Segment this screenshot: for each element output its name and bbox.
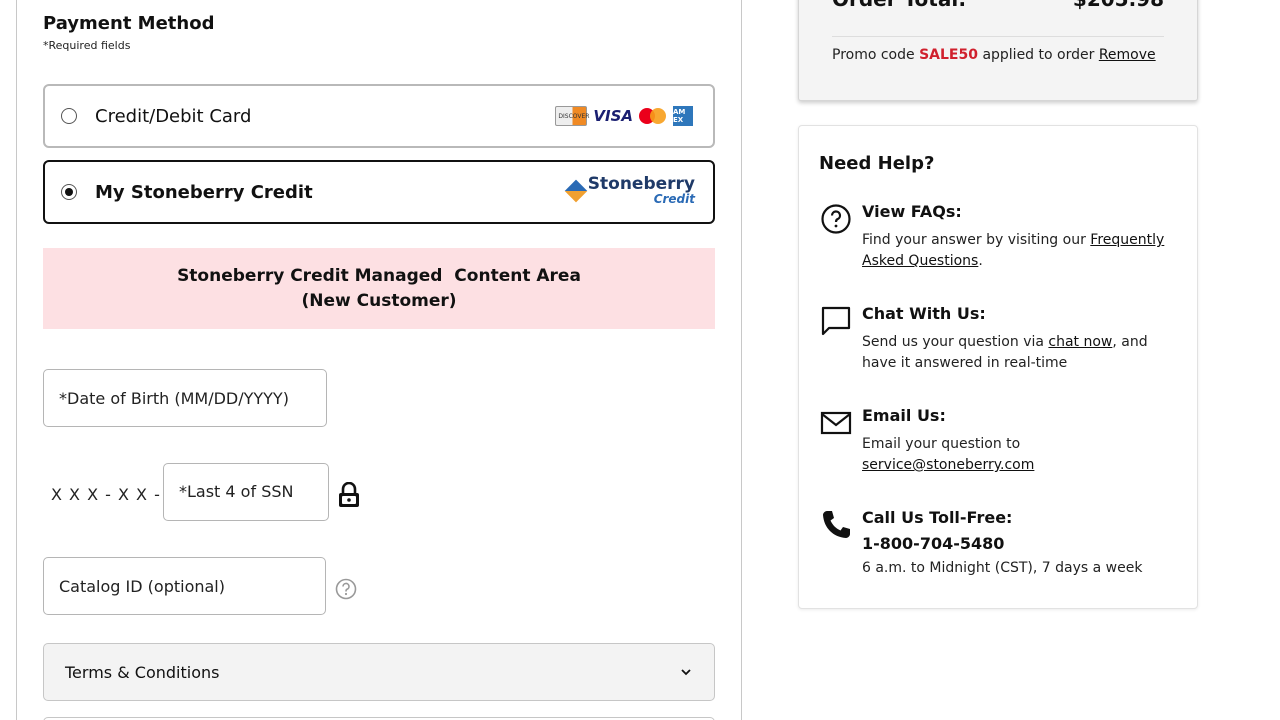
managed-content-area: Stoneberry Credit Managed Content Area (… (43, 248, 715, 329)
need-help-title: Need Help? (819, 153, 935, 174)
summary-divider (832, 36, 1164, 37)
faq-text: Find your answer by visiting our Frequen… (862, 232, 1165, 269)
credit-debit-card-radio[interactable] (61, 108, 77, 124)
stoneberry-credit-label: My Stoneberry Credit (95, 181, 313, 203)
date-of-birth-field[interactable]: *Date of Birth (MM/DD/YYYY) (43, 369, 327, 427)
catalog-id-field[interactable]: Catalog ID (optional) (43, 557, 326, 615)
chat-text: Send us your question via chat now, and … (862, 334, 1148, 371)
terms-conditions-accordion[interactable]: Terms & Conditions (43, 643, 715, 701)
card-brand-logos: DISCOVER VISA AM EX (555, 106, 693, 126)
lock-icon (339, 482, 359, 507)
date-of-birth-placeholder: *Date of Birth (MM/DD/YYYY) (59, 388, 289, 408)
terms-conditions-label: Terms & Conditions (65, 662, 220, 682)
credit-debit-card-label: Credit/Debit Card (95, 105, 252, 127)
need-help-panel: Need Help? View FAQs: Find your answer b… (798, 125, 1198, 609)
envelope-icon (820, 411, 852, 435)
order-total-value: $205.98 (1073, 0, 1164, 11)
chevron-down-icon (681, 669, 691, 676)
stoneberry-credit-option[interactable]: My Stoneberry Credit Stoneberry Credit (43, 160, 715, 224)
last4-ssn-placeholder: *Last 4 of SSN (179, 482, 294, 501)
email-link[interactable]: service@stoneberry.com (862, 457, 1034, 473)
chat-title: Chat With Us: (862, 304, 986, 323)
promo-code: SALE50 (919, 47, 978, 63)
promo-prefix: Promo code (832, 47, 915, 63)
phone-icon (823, 511, 850, 538)
stoneberry-diamond-icon (564, 179, 588, 202)
stoneberry-logo-name: Stoneberry (587, 174, 695, 194)
promo-suffix: applied to order (982, 47, 1095, 63)
discover-logo: DISCOVER (555, 106, 589, 126)
amex-logo: AM EX (673, 106, 693, 126)
managed-content-line1: Stoneberry Credit Managed Content Area (177, 265, 581, 286)
stoneberry-credit-logo: Stoneberry Credit (564, 174, 695, 206)
phone-number[interactable]: 1-800-704-5480 (862, 534, 1004, 553)
stoneberry-credit-radio[interactable] (61, 184, 77, 200)
faq-title: View FAQs: (862, 202, 962, 221)
mastercard-logo (639, 107, 667, 125)
chat-now-link[interactable]: chat now (1048, 334, 1112, 350)
catalog-id-placeholder: Catalog ID (optional) (59, 576, 225, 596)
payment-method-title: Payment Method (43, 13, 215, 34)
ssn-masked-prefix: X X X - X X - (51, 485, 161, 504)
visa-logo: VISA (593, 107, 633, 125)
email-title: Email Us: (862, 406, 946, 425)
last4-ssn-field[interactable]: *Last 4 of SSN (163, 463, 329, 521)
call-hours: 6 a.m. to Midnight (CST), 7 days a week (862, 560, 1143, 576)
order-summary: Order Total: $205.98 Promo code SALE50 a… (798, 0, 1198, 101)
help-circle-icon[interactable] (335, 578, 357, 600)
call-title: Call Us Toll-Free: (862, 508, 1013, 527)
credit-debit-card-option[interactable]: Credit/Debit Card DISCOVER VISA AM EX (43, 84, 715, 148)
promo-message: Promo code SALE50 applied to order Remov… (832, 47, 1156, 63)
question-circle-icon (821, 204, 851, 234)
remove-promo-link[interactable]: Remove (1099, 47, 1156, 63)
stoneberry-logo-sub: Credit (653, 192, 695, 206)
chat-bubble-icon (821, 306, 851, 336)
managed-content-line2: (New Customer) (301, 290, 457, 311)
email-text: Email your question to service@stoneberr… (862, 436, 1035, 473)
order-total-label: Order Total: (832, 0, 966, 11)
required-fields-note: *Required fields (43, 39, 131, 52)
